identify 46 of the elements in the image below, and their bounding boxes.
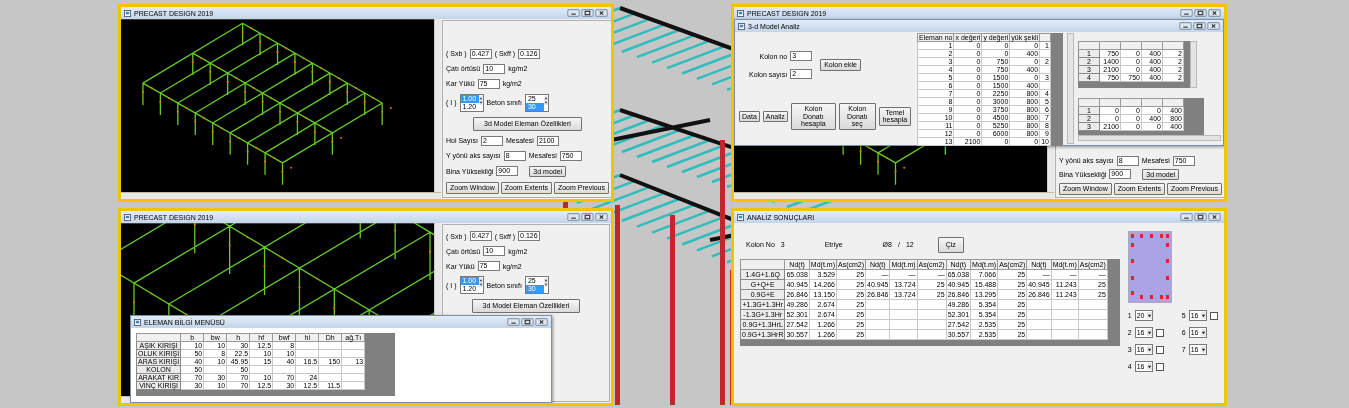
app-icon — [124, 9, 131, 17]
app-icon — [134, 318, 141, 326]
spin-arrows-icon[interactable] — [543, 94, 548, 106]
close-button[interactable] — [1208, 213, 1221, 221]
dropdown-arrow-icon — [1146, 363, 1152, 370]
maximize-button[interactable] — [581, 213, 594, 221]
minimize-button[interactable] — [1180, 9, 1193, 17]
maximize-button[interactable] — [1194, 9, 1207, 17]
checkbox[interactable] — [1209, 311, 1218, 320]
app-icon — [124, 213, 131, 221]
scrollbar[interactable] — [1077, 135, 1221, 141]
app-icon — [737, 213, 744, 221]
minimize-button[interactable] — [567, 213, 580, 221]
scrollbar[interactable] — [121, 192, 441, 199]
maximize-button[interactable] — [521, 318, 534, 326]
minimize-button[interactable] — [507, 318, 520, 326]
minimize-button[interactable] — [1180, 213, 1193, 221]
column-section-drawing — [1127, 231, 1172, 303]
minimize-button[interactable] — [567, 9, 580, 17]
scrollbar[interactable] — [1189, 41, 1197, 88]
spin-arrows-icon[interactable] — [543, 277, 548, 288]
close-button[interactable] — [595, 9, 608, 17]
close-button[interactable] — [1208, 9, 1221, 17]
close-button[interactable] — [595, 213, 608, 221]
dropdown-arrow-icon — [1146, 312, 1152, 319]
checkbox[interactable] — [1155, 362, 1164, 371]
maximize-button[interactable] — [581, 9, 594, 17]
minimize-button[interactable] — [1179, 22, 1192, 30]
maximize-button[interactable] — [1194, 213, 1207, 221]
spin-arrows-icon[interactable] — [478, 94, 483, 106]
dropdown-arrow-icon — [1146, 346, 1152, 353]
maximize-button[interactable] — [1193, 22, 1206, 30]
close-button[interactable] — [535, 318, 548, 326]
dropdown-arrow-icon — [1200, 312, 1206, 319]
app-icon — [738, 22, 745, 30]
scrollbar[interactable] — [1066, 33, 1074, 144]
dropdown-arrow-icon — [1146, 329, 1152, 336]
app-icon — [737, 9, 744, 17]
spin-arrows-icon[interactable] — [478, 277, 483, 288]
close-button[interactable] — [1207, 22, 1220, 30]
scrollbar[interactable] — [434, 19, 441, 192]
checkbox[interactable] — [1155, 345, 1164, 354]
scrollbar[interactable] — [734, 192, 1054, 199]
checkbox[interactable] — [1155, 328, 1164, 337]
dropdown-arrow-icon — [1200, 329, 1206, 336]
dropdown-arrow-icon — [1200, 346, 1206, 353]
